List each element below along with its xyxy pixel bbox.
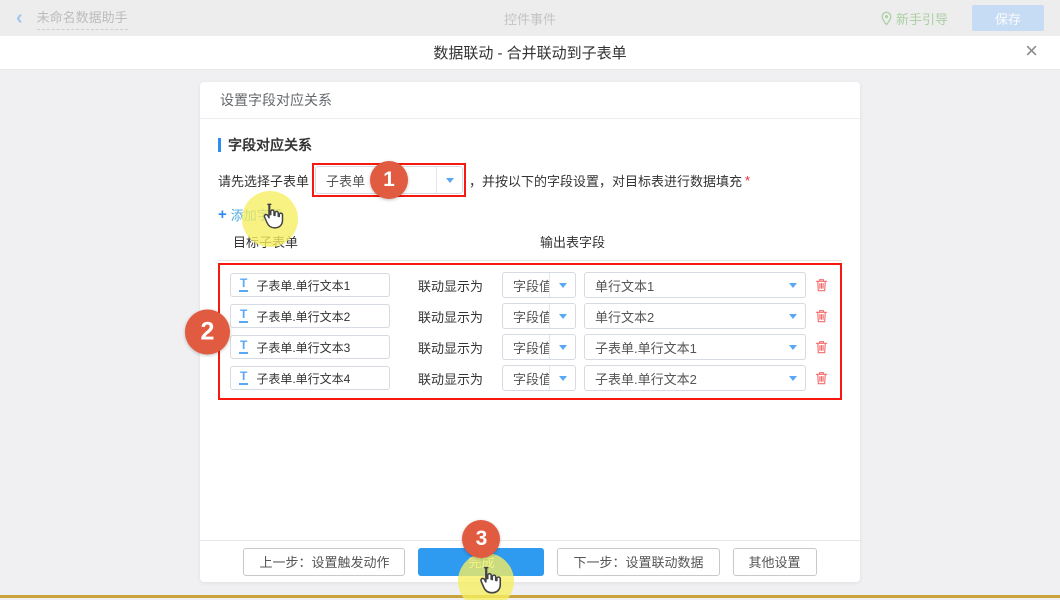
target-field-value: 子表单.单行文本3 bbox=[256, 339, 350, 356]
target-field-input[interactable]: T 子表单.单行文本1 bbox=[230, 273, 390, 297]
output-field-value: 单行文本2 bbox=[585, 307, 781, 326]
chevron-down-icon bbox=[781, 376, 805, 381]
trash-icon[interactable] bbox=[814, 308, 829, 324]
chevron-down-icon bbox=[549, 335, 575, 359]
mode-select[interactable]: 字段值 bbox=[502, 334, 576, 360]
hand-cursor-icon bbox=[472, 563, 504, 598]
target-field-value: 子表单.单行文本2 bbox=[256, 308, 350, 325]
text-field-icon: T bbox=[239, 340, 248, 354]
chevron-down-icon bbox=[549, 273, 575, 297]
trash-icon[interactable] bbox=[814, 370, 829, 386]
topbar-right: 新手引导 保存 bbox=[881, 5, 1044, 31]
panel-body: 字段对应关系 请先选择子表单 子表单 1 ，并按以下的字段设置，对目标表进行数据… bbox=[200, 119, 860, 400]
subform-select-row: 请先选择子表单 子表单 1 ，并按以下的字段设置，对目标表进行数据填充 * bbox=[218, 163, 842, 197]
output-field-select[interactable]: 单行文本2 bbox=[584, 303, 806, 329]
save-button[interactable]: 保存 bbox=[972, 5, 1044, 31]
output-field-value: 子表单.单行文本1 bbox=[585, 338, 781, 357]
column-header-output: 输出表字段 bbox=[540, 232, 605, 251]
target-field-input[interactable]: T 子表单.单行文本2 bbox=[230, 304, 390, 328]
dialog-title: 数据联动 - 合并联动到子表单 bbox=[433, 42, 626, 63]
text-field-icon: T bbox=[239, 371, 248, 385]
mapping-row: T 子表单.单行文本2 联动显示为 字段值 单行文本2 bbox=[230, 304, 830, 328]
step-badge-3: 3 bbox=[462, 520, 500, 558]
plus-icon: + bbox=[218, 207, 227, 222]
other-settings-button[interactable]: 其他设置 bbox=[733, 548, 817, 576]
text-field-icon: T bbox=[239, 278, 248, 292]
close-icon[interactable]: × bbox=[1025, 40, 1038, 62]
mode-select-value: 字段值 bbox=[503, 276, 549, 295]
mapping-row: T 子表单.单行文本4 联动显示为 字段值 子表单.单行文本2 bbox=[230, 366, 830, 390]
topbar-center-title: 控件事件 bbox=[504, 9, 556, 28]
trash-icon[interactable] bbox=[814, 277, 829, 293]
highlight-box-step1: 子表单 1 bbox=[312, 163, 466, 197]
subform-select-label: 请先选择子表单 bbox=[218, 171, 309, 190]
section-title: 字段对应关系 bbox=[218, 135, 842, 155]
output-field-select[interactable]: 单行文本1 bbox=[584, 272, 806, 298]
chevron-down-icon bbox=[781, 314, 805, 319]
chevron-down-icon bbox=[781, 283, 805, 288]
topbar: ‹ 未命名数据助手 控件事件 新手引导 保存 bbox=[0, 0, 1060, 36]
relation-label: 联动显示为 bbox=[418, 369, 486, 388]
relation-label: 联动显示为 bbox=[418, 338, 486, 357]
relation-label: 联动显示为 bbox=[418, 276, 486, 295]
back-icon[interactable]: ‹ bbox=[16, 8, 23, 28]
text-field-icon: T bbox=[239, 309, 248, 323]
guide-label: 新手引导 bbox=[896, 9, 948, 28]
relation-label: 联动显示为 bbox=[418, 307, 486, 326]
mapping-row: T 子表单.单行文本1 联动显示为 字段值 单行文本1 bbox=[230, 273, 830, 297]
section-title-label: 字段对应关系 bbox=[228, 135, 312, 155]
target-field-value: 子表单.单行文本4 bbox=[256, 370, 350, 387]
panel-header: 设置字段对应关系 bbox=[200, 82, 860, 119]
chevron-down-icon bbox=[549, 304, 575, 328]
next-step-button[interactable]: 下一步：设置联动数据 bbox=[557, 548, 719, 576]
screen: ‹ 未命名数据助手 控件事件 新手引导 保存 数据联动 - 合并联动到子表单 ×… bbox=[0, 0, 1060, 600]
location-pin-icon bbox=[881, 11, 892, 26]
chevron-down-icon bbox=[781, 345, 805, 350]
output-field-select[interactable]: 子表单.单行文本2 bbox=[584, 365, 806, 391]
document-title[interactable]: 未命名数据助手 bbox=[37, 7, 128, 30]
mode-select[interactable]: 字段值 bbox=[502, 303, 576, 329]
chevron-down-icon bbox=[436, 167, 462, 193]
mode-select-value: 字段值 bbox=[503, 307, 549, 326]
subform-select-suffix: ，并按以下的字段设置，对目标表进行数据填充 bbox=[469, 171, 742, 190]
prev-step-button[interactable]: 上一步：设置触发动作 bbox=[243, 548, 405, 576]
step-badge-1: 1 bbox=[370, 161, 408, 199]
mode-select-value: 字段值 bbox=[503, 338, 549, 357]
target-field-input[interactable]: T 子表单.单行文本3 bbox=[230, 335, 390, 359]
step-badge-2: 2 bbox=[185, 309, 230, 354]
section-accent-bar bbox=[218, 138, 221, 152]
mode-select-value: 字段值 bbox=[503, 369, 549, 388]
hand-cursor-icon bbox=[256, 200, 286, 233]
dialog-header: 数据联动 - 合并联动到子表单 × bbox=[0, 36, 1060, 70]
add-field-link[interactable]: + 添加字段 bbox=[218, 205, 283, 224]
mapping-rows-highlight-box: 2 T 子表单.单行文本1 联动显示为 字段值 单行文本1 bbox=[218, 263, 842, 400]
column-headers: 目标子表单 输出表字段 bbox=[218, 232, 842, 261]
mode-select[interactable]: 字段值 bbox=[502, 272, 576, 298]
panel-footer: 上一步：设置触发动作 完成 3 下一步：设置联动数据 其他设置 bbox=[200, 540, 860, 582]
chevron-down-icon bbox=[549, 366, 575, 390]
mapping-row: T 子表单.单行文本3 联动显示为 字段值 子表单.单行文本1 bbox=[230, 335, 830, 359]
target-field-input[interactable]: T 子表单.单行文本4 bbox=[230, 366, 390, 390]
bottom-accent-line bbox=[0, 595, 1060, 598]
done-button[interactable]: 完成 3 bbox=[418, 548, 544, 576]
required-mark: * bbox=[745, 173, 750, 188]
trash-icon[interactable] bbox=[814, 339, 829, 355]
output-field-value: 单行文本1 bbox=[585, 276, 781, 295]
mode-select[interactable]: 字段值 bbox=[502, 365, 576, 391]
guide-link[interactable]: 新手引导 bbox=[881, 9, 948, 28]
output-field-select[interactable]: 子表单.单行文本1 bbox=[584, 334, 806, 360]
target-field-value: 子表单.单行文本1 bbox=[256, 277, 350, 294]
field-mapping-panel: 设置字段对应关系 字段对应关系 请先选择子表单 子表单 1 ，并按以下的字段设置… bbox=[200, 82, 860, 582]
output-field-value: 子表单.单行文本2 bbox=[585, 369, 781, 388]
